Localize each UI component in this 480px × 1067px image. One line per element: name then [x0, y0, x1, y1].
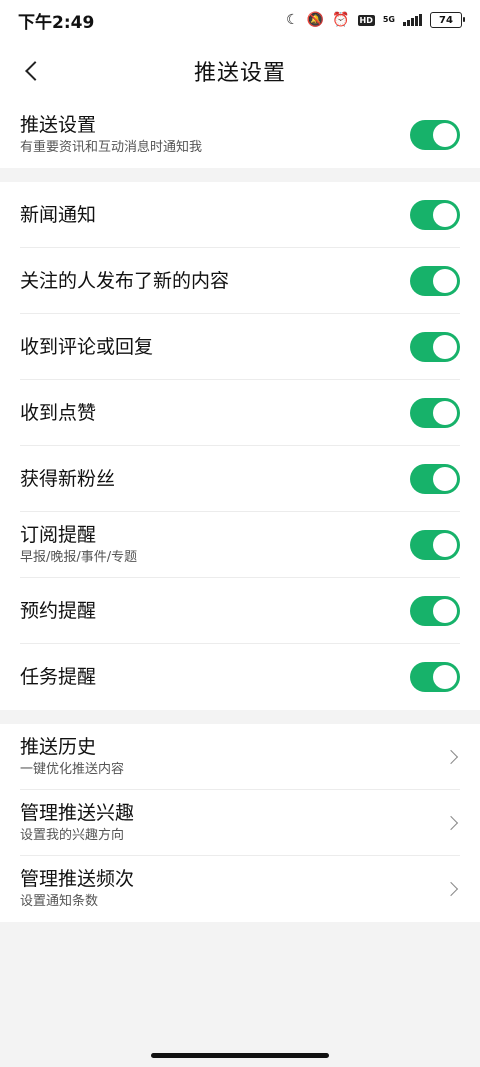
link-sub: 设置通知条数 [20, 894, 99, 909]
hd-icon: HD [357, 14, 375, 26]
toggle-comments[interactable] [410, 332, 460, 362]
battery-icon: 74 [430, 12, 465, 28]
notif-label: 收到评论或回复 [20, 336, 154, 358]
notif-label: 预约提醒 [20, 600, 97, 622]
notif-row-reservation: 预约提醒 [0, 578, 480, 644]
alarm-icon: ⏰ [332, 12, 350, 28]
chevron-right-icon [443, 881, 459, 897]
nav-bar: 推送设置 [0, 40, 480, 102]
network-type: 5G [382, 15, 395, 24]
link-label: 管理推送频次 [20, 868, 135, 890]
chevron-right-icon [443, 815, 459, 831]
toggle-news[interactable] [410, 200, 460, 230]
toggle-subscription[interactable] [410, 530, 460, 560]
notif-sub: 早报/晚报/事件/专题 [20, 550, 138, 565]
notif-row-news: 新闻通知 [0, 182, 480, 248]
link-label: 推送历史 [20, 736, 97, 758]
toggle-tasks[interactable] [410, 662, 460, 692]
notification-types-section: 新闻通知 关注的人发布了新的内容 收到评论或回复 收到点赞 获得新粉丝 订阅提醒… [0, 182, 480, 710]
notif-label: 新闻通知 [20, 204, 97, 226]
notif-row-likes: 收到点赞 [0, 380, 480, 446]
home-indicator[interactable] [151, 1053, 329, 1058]
battery-level: 74 [439, 14, 453, 26]
link-label: 管理推送兴趣 [20, 802, 135, 824]
push-main-row: 推送设置 有重要资讯和互动消息时通知我 [0, 102, 480, 168]
notif-row-following: 关注的人发布了新的内容 [0, 248, 480, 314]
link-sub: 一键优化推送内容 [20, 762, 125, 777]
mute-icon: 🔕 [306, 12, 325, 28]
push-management-section: 推送历史 一键优化推送内容 管理推送兴趣 设置我的兴趣方向 管理推送频次 设置通… [0, 724, 480, 922]
link-sub: 设置我的兴趣方向 [20, 828, 125, 843]
toggle-reservation[interactable] [410, 596, 460, 626]
toggle-likes[interactable] [410, 398, 460, 428]
notif-label: 收到点赞 [20, 402, 97, 424]
signal-icon [403, 14, 422, 26]
push-main-section: 推送设置 有重要资讯和互动消息时通知我 [0, 102, 480, 168]
status-time: 下午2:49 [18, 12, 95, 33]
back-icon[interactable] [24, 59, 44, 83]
link-push-interests[interactable]: 管理推送兴趣 设置我的兴趣方向 [0, 790, 480, 856]
toggle-followers[interactable] [410, 464, 460, 494]
push-main-toggle[interactable] [410, 120, 460, 150]
link-push-frequency[interactable]: 管理推送频次 设置通知条数 [0, 856, 480, 922]
toggle-following[interactable] [410, 266, 460, 296]
notif-label: 任务提醒 [20, 666, 97, 688]
notif-label: 关注的人发布了新的内容 [20, 270, 230, 292]
notif-row-subscription: 订阅提醒 早报/晚报/事件/专题 [0, 512, 480, 578]
chevron-right-icon [443, 749, 459, 765]
page-title: 推送设置 [193, 61, 286, 86]
link-push-history[interactable]: 推送历史 一键优化推送内容 [0, 724, 480, 790]
notif-label: 获得新粉丝 [20, 468, 116, 490]
push-main-sub: 有重要资讯和互动消息时通知我 [20, 140, 203, 155]
status-icons: ☾ 🔕 ⏰ HD 5G 74 [286, 12, 465, 28]
moon-icon: ☾ [286, 12, 299, 28]
notif-row-followers: 获得新粉丝 [0, 446, 480, 512]
notif-row-comments: 收到评论或回复 [0, 314, 480, 380]
notif-row-tasks: 任务提醒 [0, 644, 480, 710]
notif-label: 订阅提醒 [20, 524, 97, 546]
status-bar: 下午2:49 ☾ 🔕 ⏰ HD 5G 74 [0, 0, 480, 40]
push-main-label: 推送设置 [20, 114, 97, 136]
